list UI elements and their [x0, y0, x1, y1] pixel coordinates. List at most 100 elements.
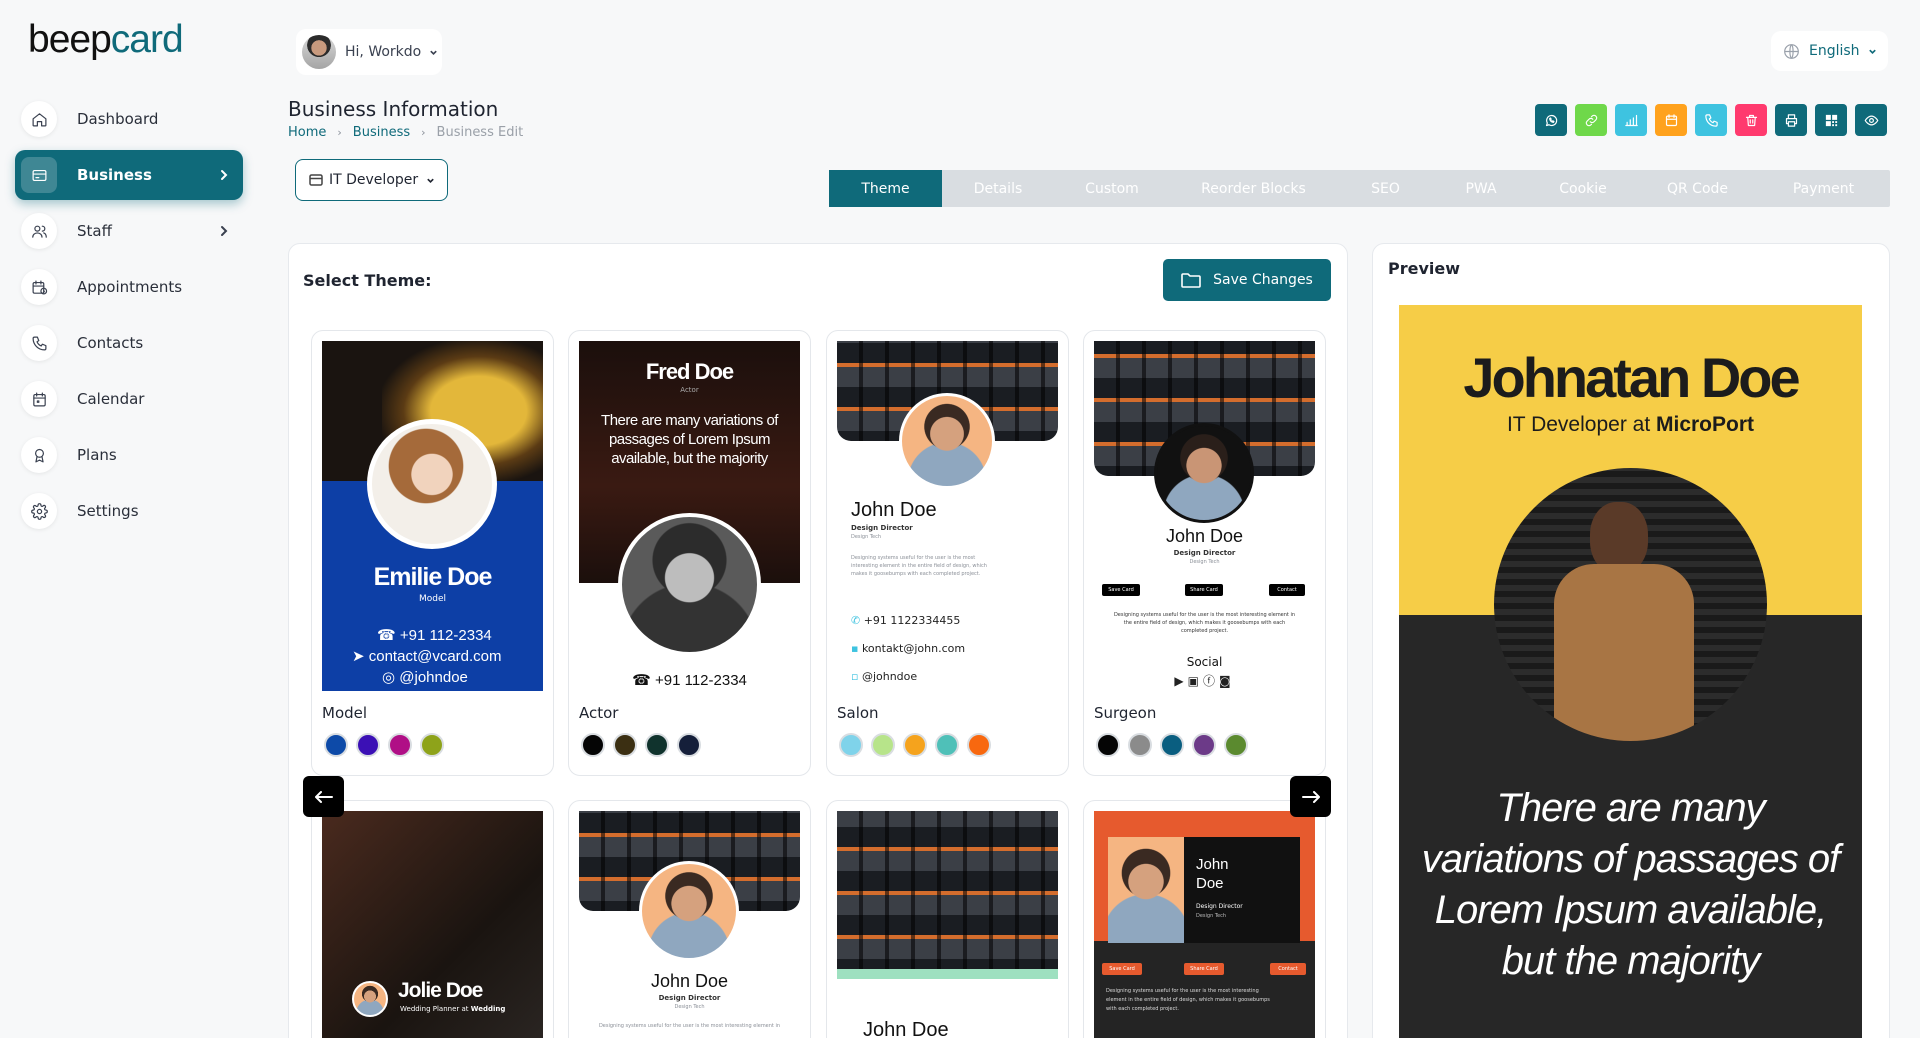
save-changes-button[interactable]: Save Changes: [1163, 259, 1331, 301]
analytics-button[interactable]: [1615, 104, 1647, 136]
carousel-prev-button[interactable]: [303, 776, 344, 817]
copy-link-button[interactable]: [1575, 104, 1607, 136]
qr-code-button[interactable]: [1815, 104, 1847, 136]
eye-icon: [1864, 115, 1878, 125]
theme-thumbnail: John Doe Design Director Design Tech Des…: [579, 811, 800, 1038]
card-body: Designing systems useful for the user is…: [1106, 988, 1270, 1012]
color-swatch[interactable]: [677, 733, 701, 757]
tab-cookie[interactable]: Cookie: [1528, 170, 1638, 207]
color-swatch[interactable]: [388, 733, 412, 757]
business-select[interactable]: IT Developer: [295, 159, 448, 201]
actor-photo: [618, 513, 761, 656]
page-title: Business Information: [288, 97, 499, 121]
breadcrumb-business[interactable]: Business: [353, 125, 410, 140]
profile-photo: [1108, 837, 1184, 943]
sidebar-item-contacts[interactable]: Contacts: [15, 318, 243, 368]
chevron-right-icon: [219, 167, 229, 183]
linkedin-icon: ▣: [1187, 674, 1203, 688]
save-changes-label: Save Changes: [1213, 272, 1313, 288]
contact-button: Contact: [1269, 584, 1305, 596]
tab-custom[interactable]: Custom: [1054, 170, 1170, 207]
phone-icon: ☎: [632, 672, 655, 689]
theme-card-consultant[interactable]: John Doe Design Director Design Tech Save…: [1083, 800, 1326, 1038]
preview-button[interactable]: [1855, 104, 1887, 136]
color-swatch[interactable]: [871, 733, 895, 757]
color-swatch[interactable]: [1128, 733, 1152, 757]
preview-card: Johnatan Doe IT Developer at MicroPort T…: [1399, 305, 1862, 1038]
color-swatch[interactable]: [324, 733, 348, 757]
sidebar-item-calendar[interactable]: Calendar: [15, 374, 243, 424]
color-swatch[interactable]: [967, 733, 991, 757]
sidebar-item-settings[interactable]: Settings: [15, 486, 243, 536]
share-card-button: Share Card: [1184, 963, 1224, 975]
calendar-clock-icon: [21, 269, 57, 305]
card-phone: ☎ +91 112-2334: [579, 671, 800, 689]
tab-pwa[interactable]: PWA: [1434, 170, 1528, 207]
breadcrumb-home[interactable]: Home: [288, 125, 326, 140]
language-select[interactable]: English: [1771, 31, 1888, 71]
share-card-button: Share Card: [1185, 584, 1223, 596]
color-swatch[interactable]: [1160, 733, 1184, 757]
card-name: John Doe: [851, 499, 937, 521]
color-swatch[interactable]: [1192, 733, 1216, 757]
color-swatch[interactable]: [903, 733, 927, 757]
color-swatch[interactable]: [839, 733, 863, 757]
social-icons: ▶▣ⓕ◙: [1094, 672, 1315, 689]
card-contacts: ✆ +91 1122334455 ▪ kontakt@john.com ▫ @j…: [851, 607, 965, 691]
color-swatch[interactable]: [1096, 733, 1120, 757]
building-banner: [837, 811, 1058, 969]
sidebar-item-dashboard[interactable]: Dashboard: [15, 94, 243, 144]
chevron-down-icon: [1868, 49, 1876, 54]
analytics-icon: [1624, 114, 1638, 126]
appointments-button[interactable]: [1655, 104, 1687, 136]
color-swatches: [324, 733, 444, 757]
phone-icon: ☎: [377, 627, 400, 644]
preview-company: MicroPort: [1656, 413, 1755, 436]
tab-theme[interactable]: Theme: [829, 170, 942, 207]
theme-card-designer[interactable]: John Doe Design Director Design Tech Des…: [568, 800, 811, 1038]
trash-icon: [1745, 114, 1757, 126]
contact-button: Contact: [1270, 963, 1306, 975]
preview-role: IT Developer at MicroPort: [1399, 413, 1862, 437]
tab-qr-code[interactable]: QR Code: [1638, 170, 1757, 207]
sidebar-item-business[interactable]: Business: [15, 150, 243, 200]
app-logo[interactable]: beepcard: [28, 16, 184, 64]
card-role: Design Director: [658, 994, 721, 1002]
profile-photo: [1154, 423, 1254, 523]
color-swatches: [839, 733, 991, 757]
sidebar-item-staff[interactable]: Staff: [15, 206, 243, 256]
tab-payment[interactable]: Payment: [1757, 170, 1890, 207]
card-contacts: ☎ +91 112-2334 ➤ contact@vcard.com ◎ @jo…: [352, 625, 502, 688]
theme-card-actor[interactable]: Fred Doe Actor There are many variations…: [568, 330, 811, 776]
sidebar-item-label: Plans: [77, 446, 117, 464]
color-swatch[interactable]: [645, 733, 669, 757]
contacts-button[interactable]: [1695, 104, 1727, 136]
color-swatch[interactable]: [1224, 733, 1248, 757]
color-swatch[interactable]: [613, 733, 637, 757]
user-menu[interactable]: Hi, Workdo: [296, 29, 442, 75]
business-select-value: IT Developer: [329, 172, 419, 188]
sidebar-item-plans[interactable]: Plans: [15, 430, 243, 480]
tab-details[interactable]: Details: [942, 170, 1054, 207]
theme-card-planner[interactable]: Jolie Doe Wedding Planner at Wedding: [311, 800, 554, 1038]
color-swatch[interactable]: [356, 733, 380, 757]
theme-card-salon[interactable]: John Doe Design Director Design Tech Des…: [826, 330, 1069, 776]
color-swatch[interactable]: [420, 733, 444, 757]
sidebar-item-appointments[interactable]: Appointments: [15, 262, 243, 312]
tab-reorder-blocks[interactable]: Reorder Blocks: [1170, 170, 1337, 207]
color-swatch[interactable]: [581, 733, 605, 757]
delete-button[interactable]: [1735, 104, 1767, 136]
card-icon: [21, 157, 57, 193]
theme-card-architect[interactable]: John Doe: [826, 800, 1069, 1038]
carousel-next-button[interactable]: [1290, 776, 1331, 817]
theme-card-model[interactable]: Emilie Doe Model ☎ +91 112-2334 ➤ contac…: [311, 330, 554, 776]
sidebar-item-label: Staff: [77, 222, 112, 240]
whatsapp-button[interactable]: [1535, 104, 1567, 136]
folder-icon: [1181, 273, 1201, 288]
card-subrole: Design Tech: [1189, 559, 1220, 565]
tab-seo[interactable]: SEO: [1337, 170, 1434, 207]
card-role: Design Director: [1173, 549, 1236, 557]
print-button[interactable]: [1775, 104, 1807, 136]
color-swatch[interactable]: [935, 733, 959, 757]
theme-card-surgeon[interactable]: John Doe Design Director Design Tech Sav…: [1083, 330, 1326, 776]
